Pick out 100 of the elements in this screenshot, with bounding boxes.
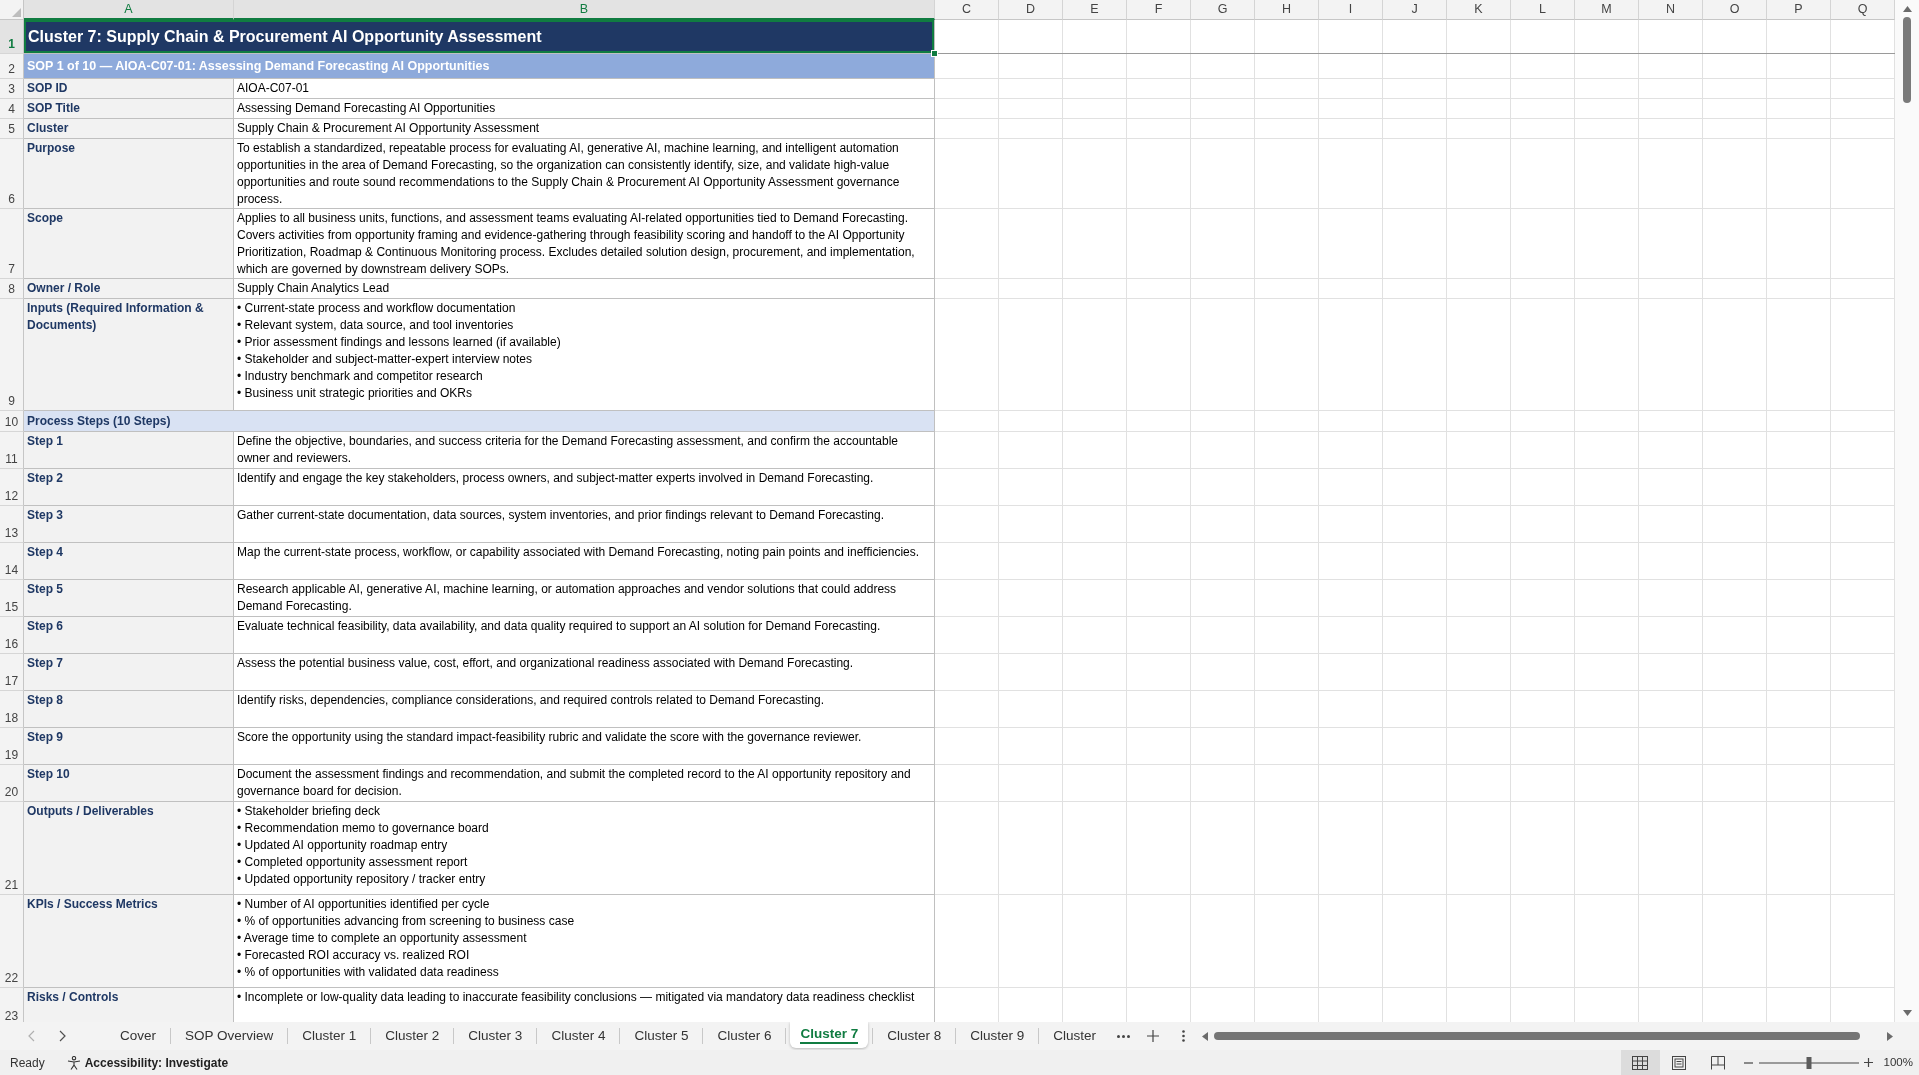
row-header[interactable]: 20 — [0, 765, 24, 802]
row-header[interactable]: 7 — [0, 209, 24, 279]
column-header[interactable]: O — [1703, 0, 1767, 20]
label-cell: Step 2 — [24, 469, 234, 506]
row-header[interactable]: 22 — [0, 895, 24, 988]
section-cell: Process Steps (10 Steps) — [24, 411, 935, 432]
triangle-down-icon[interactable] — [1902, 1010, 1912, 1016]
column-header[interactable]: Q — [1831, 0, 1895, 20]
accessibility-icon — [66, 1055, 81, 1070]
row-header[interactable]: 16 — [0, 617, 24, 654]
row-header[interactable]: 11 — [0, 432, 24, 469]
sheet-tab[interactable]: Cluster 3 — [458, 1022, 533, 1050]
value-cell: Gather current-state documentation, data sources, system inventories, and prior findings relevant to Demand Forecasting. — [234, 506, 935, 543]
row-header[interactable]: 12 — [0, 469, 24, 506]
value-cell: Define the objective, boundaries, and success criteria for the Demand Forecasting assessment, and confirm the accountable owner and reviewers. — [234, 432, 935, 469]
sheet-tab[interactable]: Cluster 8 — [877, 1022, 952, 1050]
sheet-tab[interactable]: Cluster 4 — [541, 1022, 616, 1050]
label-cell: Step 4 — [24, 543, 234, 580]
accessibility-button[interactable]: Accessibility: Investigate — [66, 1053, 229, 1072]
row-header[interactable]: 6 — [0, 139, 24, 209]
label-cell: Step 6 — [24, 617, 234, 654]
label-cell: Step 7 — [24, 654, 234, 691]
row-header[interactable]: 1 — [0, 20, 24, 54]
label-cell: Scope — [24, 209, 234, 279]
sheet-tab[interactable]: Cluster 5 — [624, 1022, 699, 1050]
row-header[interactable]: 19 — [0, 728, 24, 765]
row-header[interactable]: 9 — [0, 299, 24, 411]
scrollbar-thumb[interactable] — [1214, 1032, 1860, 1040]
zoom-in-button[interactable] — [1862, 1055, 1875, 1070]
value-cell: Map the current-state process, workflow, or capability associated with Demand Forecasting, noting pain points and inefficiencies. — [234, 543, 935, 580]
column-header[interactable]: M — [1575, 0, 1639, 20]
value-cell: AIOA-C07-01 — [234, 79, 935, 99]
plus-icon — [1147, 1030, 1160, 1042]
value-cell: Document the assessment findings and recommendation, and submit the completed record to the AI opportunity repository and governance board for decision. — [234, 765, 935, 802]
column-header[interactable]: K — [1447, 0, 1511, 20]
column-header[interactable]: I — [1319, 0, 1383, 20]
subtitle-cell: SOP 1 of 10 — AIOA-C07-01: Assessing Demand Forecasting AI Opportunities — [24, 54, 935, 79]
column-header[interactable]: C — [935, 0, 999, 20]
slider-thumb[interactable] — [1806, 1056, 1812, 1069]
value-cell: Assessing Demand Forecasting AI Opportunities — [234, 99, 935, 119]
sheet-tab[interactable]: Cluster 7 — [790, 1022, 869, 1048]
row-header[interactable]: 5 — [0, 119, 24, 139]
title-cell: Cluster 7: Supply Chain & Procurement AI Opportunity Assessment — [24, 20, 935, 54]
sheet-tab[interactable]: Cluster 1 — [292, 1022, 367, 1050]
row-header[interactable]: 21 — [0, 802, 24, 895]
label-cell: Step 10 — [24, 765, 234, 802]
value-cell: • Incomplete or low-quality data leading to inaccurate feasibility conclusions — mitigated via mandatory data readiness checklist — [234, 988, 935, 1022]
label-cell: Step 1 — [24, 432, 234, 469]
triangle-right-icon[interactable] — [1887, 1031, 1893, 1041]
triangle-left-icon[interactable] — [1202, 1031, 1209, 1041]
row-header[interactable]: 3 — [0, 79, 24, 99]
label-cell: Step 3 — [24, 506, 234, 543]
label-cell: Inputs (Required Information & Documents) — [24, 299, 234, 411]
label-cell: Outputs / Deliverables — [24, 802, 234, 895]
column-header[interactable]: G — [1191, 0, 1255, 20]
triangle-up-icon[interactable] — [1902, 6, 1912, 12]
sheet-tab[interactable]: SOP Overview — [175, 1022, 284, 1050]
row-header[interactable]: 23 — [0, 988, 24, 1022]
value-cell: Score the opportunity using the standard impact-feasibility rubric and validate the score with the governance reviewer. — [234, 728, 935, 765]
sheet-tab[interactable]: Cluster — [1043, 1022, 1107, 1050]
column-header[interactable]: H — [1255, 0, 1319, 20]
chevron-right-icon — [58, 1030, 66, 1042]
row-header[interactable]: 14 — [0, 543, 24, 580]
column-header[interactable]: L — [1511, 0, 1575, 20]
column-header[interactable]: D — [999, 0, 1063, 20]
row-header[interactable]: 2 — [0, 54, 24, 79]
label-cell: Step 8 — [24, 691, 234, 728]
column-header[interactable]: J — [1383, 0, 1447, 20]
sheet-tab[interactable]: Cluster 2 — [375, 1022, 450, 1050]
normal-view-button[interactable] — [1620, 1050, 1660, 1075]
row-header[interactable]: 17 — [0, 654, 24, 691]
column-header[interactable]: E — [1063, 0, 1127, 20]
minus-icon — [1744, 1061, 1754, 1064]
label-cell: SOP Title — [24, 99, 234, 119]
value-cell: Supply Chain Analytics Lead — [234, 279, 935, 299]
row-header[interactable]: 18 — [0, 691, 24, 728]
page-break-icon — [1711, 1055, 1726, 1070]
row-header[interactable]: 4 — [0, 99, 24, 119]
row-header[interactable]: 8 — [0, 279, 24, 299]
status-text: Ready — [10, 1054, 45, 1072]
value-cell: Supply Chain & Procurement AI Opportunity Assessment — [234, 119, 935, 139]
row-header[interactable]: 15 — [0, 580, 24, 617]
label-cell: Step 9 — [24, 728, 234, 765]
row-header[interactable]: 13 — [0, 506, 24, 543]
fill-handle-icon[interactable] — [931, 50, 938, 57]
sheet-tab[interactable]: Cluster 9 — [960, 1022, 1035, 1050]
triangle-icon — [12, 8, 21, 17]
scrollbar-thumb[interactable] — [1903, 17, 1911, 103]
label-cell: Purpose — [24, 139, 234, 209]
column-header[interactable]: N — [1639, 0, 1703, 20]
value-cell: Research applicable AI, generative AI, machine learning, or automation approaches and vendor solutions that could address Demand Forecasting. — [234, 580, 935, 617]
column-header[interactable]: A — [24, 0, 234, 20]
row-header[interactable]: 10 — [0, 411, 24, 432]
grid-icon — [1632, 1055, 1649, 1070]
sheet-tab[interactable]: Cover — [110, 1022, 166, 1050]
sheet-tab[interactable]: Cluster 6 — [707, 1022, 782, 1050]
column-header[interactable]: B — [234, 0, 935, 20]
zoom-percentage[interactable]: 100% — [1883, 1053, 1913, 1072]
column-header[interactable]: P — [1767, 0, 1831, 20]
column-header[interactable]: F — [1127, 0, 1191, 20]
